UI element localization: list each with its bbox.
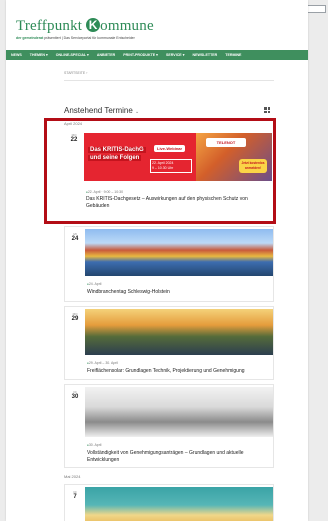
nav-item-online-special[interactable]: ONLINE-SPECIAL ▾	[56, 53, 89, 57]
event-title[interactable]: Windbranchentag Schleswig-Holstein	[87, 289, 267, 296]
event-date: DI 7	[70, 490, 80, 500]
tagline-text: präsentiert | Das Serviceportal für komm…	[43, 36, 135, 40]
event-date: MI 24	[70, 232, 80, 242]
event-card[interactable]: DI 30 30. April Vollständigkeit von Gene…	[64, 384, 274, 468]
event-thumbnail[interactable]	[85, 387, 273, 437]
main-navigation: NEWS THEMEN ▾ ONLINE-SPECIAL ▾ ANBIETER …	[6, 50, 308, 60]
event-thumbnail[interactable]	[85, 309, 273, 355]
logo-text-suffix: ommune	[100, 18, 154, 34]
event-card[interactable]: MI 24 24. April Windbranchentag Schleswi…	[64, 226, 274, 302]
event-meta: 29. April – 30. April	[87, 361, 118, 365]
event-day: 29	[71, 316, 79, 322]
event-card[interactable]: MO 29 29. April – 30. April Freiflächens…	[64, 306, 274, 380]
site-tagline: der gemeinderat präsentiert | Das Servic…	[16, 36, 135, 40]
event-thumbnail[interactable]	[85, 487, 273, 521]
event-meta: 24. April	[87, 282, 102, 286]
event-card[interactable]: DI 7	[64, 484, 274, 521]
nav-item-termine[interactable]: TERMINE	[225, 53, 241, 57]
tagline-brand: der gemeinderat	[16, 36, 44, 40]
nav-item-anbieter[interactable]: ANBIETER	[97, 53, 115, 57]
logo-text-prefix: Treffpunkt	[16, 18, 87, 34]
logo-k-badge: K	[86, 18, 101, 32]
event-title[interactable]: Freiflächensolar: Grundlagen Technik, Pr…	[87, 368, 267, 375]
breadcrumb-divider	[64, 80, 274, 81]
event-day: 7	[73, 494, 77, 500]
month-label: Mai 2024	[64, 474, 81, 479]
event-title[interactable]: Vollständigkeit von Genehmigungsanträgen…	[87, 450, 267, 463]
chevron-down-icon[interactable]: ⌄	[135, 109, 139, 115]
event-meta: 30. April	[87, 443, 102, 447]
nav-item-print-produkte[interactable]: PRINT-PRODUKTE ▾	[123, 53, 158, 57]
nav-item-themen[interactable]: THEMEN ▾	[30, 53, 48, 57]
section-title[interactable]: Anstehend Termine ⌄	[64, 106, 139, 115]
event-thumbnail[interactable]	[85, 229, 273, 276]
grid-view-icon[interactable]	[264, 107, 270, 113]
nav-item-newsletter[interactable]: NEWSLETTER	[193, 53, 218, 57]
breadcrumb[interactable]: STARTSEITE ›	[64, 71, 87, 75]
highlight-box	[44, 118, 276, 224]
event-day: 24	[71, 236, 79, 242]
event-date: DI 30	[70, 390, 80, 400]
section-title-text: Anstehend Termine	[64, 106, 133, 115]
site-logo[interactable]: Treffpunkt Kommune	[16, 18, 154, 35]
event-date: MO 29	[70, 312, 80, 322]
nav-item-news[interactable]: NEWS	[11, 53, 22, 57]
nav-item-service[interactable]: SERVICE ▾	[166, 53, 185, 57]
page-container: Treffpunkt Kommune der gemeinderat präse…	[6, 0, 308, 521]
event-day: 30	[71, 394, 79, 400]
